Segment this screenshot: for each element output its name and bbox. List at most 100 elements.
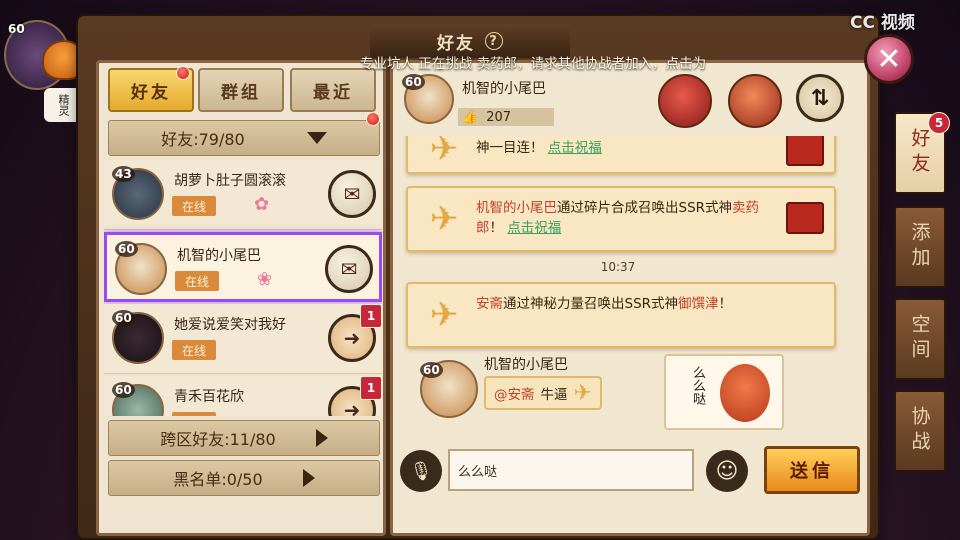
watermark-logo: CC 视频 (850, 13, 915, 33)
friend-name: 她爱说爱笑对我好 (174, 317, 286, 333)
friend-level: 60 (112, 382, 135, 398)
chat-input-row: 🎙 ☺ 送信 (396, 446, 866, 496)
tab-groups-label: 群组 (221, 82, 261, 103)
swap-button[interactable]: ⇅ (796, 74, 844, 122)
online-status: 在线 (172, 412, 216, 416)
message-player-name[interactable]: 机智的小尾巴 (476, 200, 557, 216)
friend-list[interactable]: 43 胡萝卜肚子圆滚滚 在线 ✿ ✉ 60 机智的小尾巴 在线 ❀ ✉ 60 她… (104, 160, 382, 416)
friend-row[interactable]: 43 胡萝卜肚子圆滚滚 在线 ✿ ✉ (104, 160, 382, 230)
side-tab-space[interactable]: 空间 (894, 298, 946, 380)
chest-icon (786, 202, 824, 234)
tab-friends-label: 好友 (131, 82, 171, 103)
close-button[interactable]: ✕ (864, 34, 914, 84)
send-gift-icon: ➜ (343, 398, 361, 416)
system-message-text: 神一目连！ 点击祝福 (476, 138, 774, 158)
sticker-character-icon (720, 364, 770, 422)
mascot-label: 精灵 (44, 88, 82, 122)
system-message-card: ✈ 神一目连！ 点击祝福 (406, 136, 836, 174)
gift-icon: ✉ (343, 182, 361, 206)
friend-name: 胡萝卜肚子圆滚滚 (174, 173, 286, 189)
friend-count-label: 好友:79/80 (161, 130, 245, 149)
tab-groups[interactable]: 群组 (198, 68, 284, 112)
paper-crane-icon: ✈ (429, 136, 459, 169)
bless-link[interactable]: 点击祝福 (507, 220, 561, 236)
message-timestamp: 10:37 (600, 260, 636, 274)
chevron-right-icon (302, 469, 315, 487)
cross-server-friends-button[interactable]: 跨区好友:11/80 (108, 420, 380, 456)
like-counter[interactable]: 👍 207 (458, 108, 554, 126)
message-text: 通过神秘力量召唤出SSR式神 (503, 296, 679, 312)
help-icon[interactable]: ? (485, 32, 503, 50)
side-tab-friends-badge: 5 (928, 112, 950, 134)
thumbs-up-icon: 👍 (462, 109, 479, 125)
online-status: 在线 (175, 271, 219, 291)
friend-row[interactable]: 60 青禾百花欣 在线 ➜ 1 (104, 376, 382, 416)
friend-count-toggle[interactable]: 好友:79/80 (108, 120, 380, 156)
chat-messages[interactable]: ✈ 神一目连！ 点击祝福 ✈ 机智的小尾巴通过碎片合成召唤出SSR式神卖药郎！ … (398, 136, 864, 436)
notification-badge: 1 (360, 304, 382, 328)
gift-button[interactable]: ✉ (328, 170, 376, 218)
system-message-card: ✈ 安斋通过神秘力量召唤出SSR式神御馔津！ (406, 282, 836, 348)
friend-level: 43 (112, 166, 135, 182)
swap-arrows-icon: ⇅ (810, 85, 830, 111)
lucky-bag-icon[interactable] (658, 74, 712, 128)
friend-count-notification-dot (366, 112, 380, 126)
side-tab-add[interactable]: 添加 (894, 206, 946, 288)
system-message-text: 机智的小尾巴通过碎片合成召唤出SSR式神卖药郎！ 点击祝福 (476, 200, 760, 236)
gift-pack-icon[interactable] (728, 74, 782, 128)
sticker-text: 么么哒 (690, 366, 705, 405)
side-tab-cooperative-battle[interactable]: 协战 (894, 390, 946, 472)
bless-link[interactable]: 点击祝福 (548, 140, 602, 156)
gift-icon: ✉ (340, 257, 358, 281)
friend-name: 机智的小尾巴 (177, 248, 261, 264)
message-text: 通过碎片合成召唤出SSR式神 (557, 200, 733, 216)
close-icon: ✕ (876, 41, 902, 77)
like-count: 207 (486, 109, 512, 125)
sakura-icon: ❀ (257, 269, 273, 290)
blacklist-button[interactable]: 黑名单:0/50 (108, 460, 380, 496)
friend-level: 60 (112, 310, 135, 326)
sticker-message[interactable]: 么么哒 (664, 354, 784, 430)
microphone-icon: 🎙 (409, 460, 433, 482)
help-icon-glyph: ? (489, 33, 499, 49)
online-status: 在线 (172, 196, 216, 216)
announcement-marquee[interactable]: 专业坑人 正在挑战 卖药郎，请求其他协战者加入，点击为 (360, 52, 790, 76)
sender-level: 60 (420, 362, 443, 378)
gift-button[interactable]: ✉ (325, 245, 373, 293)
tab-friends-notification-dot (176, 66, 190, 80)
chat-partner-level: 60 (402, 74, 425, 90)
friend-row-selected[interactable]: 60 机智的小尾巴 在线 ❀ ✉ (104, 232, 382, 302)
chevron-down-icon (306, 132, 327, 144)
message-text: 神一目连！ (476, 140, 544, 156)
system-message-card: ✈ 机智的小尾巴通过碎片合成召唤出SSR式神卖药郎！ 点击祝福 (406, 186, 836, 252)
notification-badge: 1 (360, 376, 382, 400)
tab-recent-label: 最近 (313, 82, 353, 103)
voice-button[interactable]: 🎙 (400, 450, 442, 492)
chat-input[interactable] (448, 449, 694, 491)
friend-name: 青禾百花欣 (174, 389, 244, 405)
friend-level: 60 (115, 241, 138, 257)
sakura-icon: ✿ (254, 194, 270, 215)
page-title: 好友 (437, 33, 475, 54)
message-player-name[interactable]: 安斋 (476, 296, 503, 312)
paper-crane-icon: ✈ (573, 380, 592, 406)
message-shikigami-name: 御馔津 (678, 296, 719, 312)
sender-name: 机智的小尾巴 (484, 357, 568, 373)
chevron-right-icon (315, 429, 328, 447)
cross-server-label: 跨区好友:11/80 (160, 430, 276, 449)
send-button[interactable]: 送信 (764, 446, 860, 494)
smiley-icon: ☺ (715, 458, 739, 484)
bubble-text: 牛逼 (540, 387, 568, 403)
chat-partner-name: 机智的小尾巴 (462, 81, 546, 97)
paper-crane-icon: ✈ (429, 199, 459, 239)
online-status: 在线 (172, 340, 216, 360)
emoji-button[interactable]: ☺ (706, 450, 748, 492)
system-message-text: 安斋通过神秘力量召唤出SSR式神御馔津！ (476, 294, 774, 314)
chat-bubble: @安斋 牛逼 ✈ (484, 376, 602, 410)
chest-icon (786, 136, 824, 166)
friend-row[interactable]: 60 她爱说爱笑对我好 在线 ➜ 1 (104, 304, 382, 374)
blacklist-label: 黑名单:0/50 (173, 470, 263, 489)
player-level: 60 (8, 22, 25, 36)
mention-tag[interactable]: @安斋 (494, 383, 535, 403)
send-gift-icon: ➜ (343, 326, 361, 350)
